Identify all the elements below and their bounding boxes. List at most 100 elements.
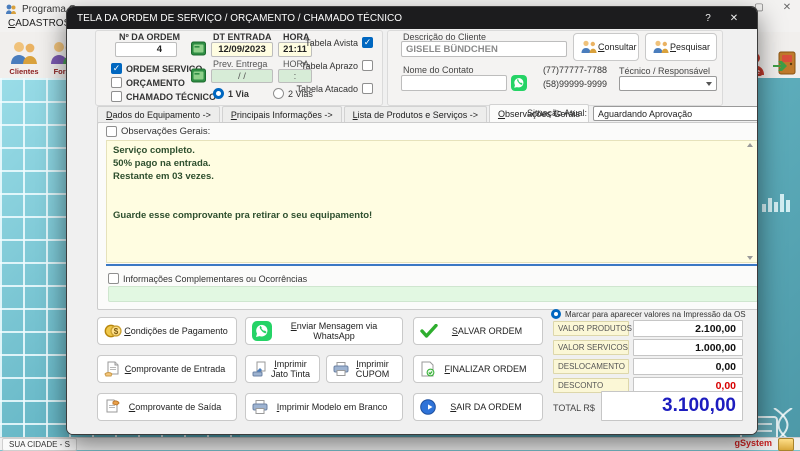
status-brand-icon — [778, 438, 794, 451]
printer-icon — [333, 362, 349, 376]
comprovante-saida-button[interactable]: Comprovante de Saída — [97, 393, 237, 421]
comprovante-entrada-button[interactable]: Comprovante de Entrada — [97, 355, 237, 383]
tab-lista-produtos-servicos[interactable]: Lista de Produtos e Serviços -> — [343, 106, 487, 123]
dialog-titlebar[interactable]: TELA DA ORDEM DE SERVIÇO / ORÇAMENTO / C… — [67, 7, 757, 29]
valor-servicos-label: VALOR SERVICOS — [553, 340, 629, 355]
order-number-field[interactable]: 4 — [115, 42, 177, 57]
receipt-out-hand-icon — [106, 399, 120, 413]
checkbox-informacoes-complementares[interactable]: Informações Complementares ou Ocorrência… — [108, 273, 307, 284]
valor-servicos-value[interactable]: 1.000,00 — [633, 339, 743, 356]
checkbox-ordem-servico[interactable]: ORDEM SERVIÇO — [111, 63, 202, 74]
contact-name-field[interactable] — [401, 75, 507, 91]
checkbox-observacoes-gerais[interactable]: Observações Gerais: — [106, 126, 210, 137]
technician-label: Técnico / Responsável — [619, 66, 711, 76]
radio-dot — [213, 88, 224, 99]
blue-arrow-circle-icon — [420, 399, 436, 415]
condicoes-pagamento-button[interactable]: $ Condições de Pagamento — [97, 317, 237, 345]
forecast-hour-field[interactable]: : — [278, 69, 312, 83]
checkbox-tabela-aprazo[interactable]: Tabela Aprazo — [300, 60, 373, 71]
enviar-whatsapp-button[interactable]: Enviar Mensagem via WhatsApp — [245, 317, 403, 345]
coin-icon: $ — [104, 324, 122, 338]
checkbox-box — [108, 273, 119, 284]
entry-date-field[interactable]: 12/09/2023 — [211, 42, 273, 57]
button-label: Enviar Mensagem via WhatsApp — [290, 321, 378, 341]
checkbox-chamado-tecnico[interactable]: CHAMADO TÉCNICO — [111, 91, 216, 102]
button-label: Imprimir CUPOM — [355, 359, 390, 379]
client-description-field[interactable]: GISELE BÜNDCHEN — [401, 41, 567, 57]
receipt-in-hand-icon — [104, 361, 119, 377]
contact-name-label: Nome do Contato — [403, 65, 474, 75]
radio-dot — [273, 88, 284, 99]
chevron-down-icon — [706, 81, 712, 86]
observacoes-tabpage: Observações Gerais: Serviço completo. 50… — [97, 122, 757, 310]
green-check-icon — [420, 324, 438, 338]
imprimir-modelo-branco-button[interactable]: Imprimir Modelo em Branco — [245, 393, 403, 421]
dialog-body: Nº DA ORDEM 4 ORDEM SERVIÇO ORÇAMENTO CH… — [67, 29, 757, 434]
salvar-ordem-button[interactable]: SALVAR ORDEM — [413, 317, 543, 345]
button-label: SAIR DA ORDEM — [450, 402, 522, 412]
imprimir-jato-tinta-button[interactable]: Imprimir Jato Tinta — [245, 355, 320, 383]
checkbox-tabela-avista[interactable]: Tabela Avista — [303, 37, 373, 48]
toolbar-clientes-button[interactable]: Clientes — [6, 34, 42, 76]
tab-principais-informacoes[interactable]: Principais Informações -> — [221, 106, 342, 123]
date-picker-icon[interactable] — [191, 41, 206, 57]
tab-dados-equipamento[interactable]: Dados do Equipamento -> — [97, 106, 220, 123]
whatsapp-icon — [252, 321, 272, 341]
checkbox-orcamento[interactable]: ORÇAMENTO — [111, 77, 185, 88]
tab-label: Principais Informações -> — [230, 110, 333, 120]
people-icon — [653, 40, 669, 53]
checkbox-box — [106, 126, 117, 137]
finalizar-ordem-button[interactable]: FINALIZAR ORDEM — [413, 355, 543, 383]
dialog-help-button[interactable]: ? — [695, 13, 721, 24]
menu-cadastros[interactable]: CADASTROS — [8, 18, 70, 29]
situacao-select[interactable]: Aguardando Aprovação — [593, 106, 757, 121]
informacoes-complementares-field[interactable] — [108, 286, 757, 302]
forecast-date-picker-icon[interactable] — [191, 68, 206, 84]
observacoes-textarea[interactable]: Serviço completo. 50% pago na entrada. R… — [106, 140, 757, 263]
document-check-icon — [421, 361, 435, 377]
inkjet-printer-icon — [252, 361, 266, 377]
button-label: SALVAR ORDEM — [451, 326, 523, 336]
whatsapp-icon[interactable] — [511, 75, 527, 91]
entry-date-label: DT ENTRADA — [213, 32, 272, 42]
textarea-scrollbar[interactable] — [744, 141, 755, 262]
dialog-close-button[interactable]: ✕ — [721, 13, 747, 24]
phone-whatsapp[interactable]: (58)99999-9999 — [531, 79, 607, 89]
app-icon — [6, 4, 16, 14]
radio-label: 1 Via — [228, 88, 249, 99]
forecast-date-label: Prev. Entrega — [213, 59, 268, 69]
checkbox-tabela-atacado[interactable]: Tabela Atacado — [296, 83, 373, 94]
toolbar-exit-button[interactable] — [770, 34, 798, 76]
observacoes-text: Serviço completo. 50% pago na entrada. R… — [113, 145, 373, 221]
pesquisar-label: Pesquisar — [670, 42, 711, 52]
checkbox-box — [111, 77, 122, 88]
scroll-down-icon[interactable] — [746, 256, 753, 260]
checkbox-label: Tabela Aprazo — [300, 60, 358, 71]
button-label: Imprimir Modelo em Branco — [276, 402, 388, 412]
radio-show-values-print[interactable]: Marcar para aparecer valores na Impressã… — [551, 309, 746, 319]
button-label: Comprovante de Saída — [128, 402, 222, 412]
order-number-label: Nº DA ORDEM — [119, 32, 180, 42]
checkbox-box — [362, 60, 373, 71]
valor-produtos-value[interactable]: 2.100,00 — [633, 320, 743, 337]
deslocamento-label: DESLOCAMENTO — [553, 359, 629, 374]
forecast-date-field[interactable]: / / — [211, 69, 273, 83]
consultar-button[interactable]: Consultar — [573, 33, 639, 61]
tab-label: Lista de Produtos e Serviços -> — [352, 110, 478, 120]
checkbox-label: CHAMADO TÉCNICO — [126, 91, 216, 102]
parent-close-button[interactable]: ✕ — [778, 2, 796, 13]
deslocamento-value[interactable]: 0,00 — [633, 358, 743, 375]
radio-1-via[interactable]: 1 Via — [213, 88, 249, 99]
button-label: Imprimir Jato Tinta — [270, 359, 311, 379]
valor-produtos-label: VALOR PRODUTOS — [553, 321, 632, 336]
scroll-up-icon[interactable] — [746, 143, 753, 147]
technician-select[interactable] — [619, 76, 717, 91]
phone-primary[interactable]: (77)77777-7788 — [531, 65, 607, 75]
checkbox-box — [111, 91, 122, 102]
situacao-value: Aguardando Aprovação — [598, 108, 693, 119]
sair-ordem-button[interactable]: SAIR DA ORDEM — [413, 393, 543, 421]
svg-text:$: $ — [114, 327, 119, 336]
imprimir-cupom-button[interactable]: Imprimir CUPOM — [326, 355, 403, 383]
checkbox-label: Informações Complementares ou Ocorrência… — [123, 273, 308, 284]
pesquisar-button[interactable]: Pesquisar — [645, 33, 717, 61]
